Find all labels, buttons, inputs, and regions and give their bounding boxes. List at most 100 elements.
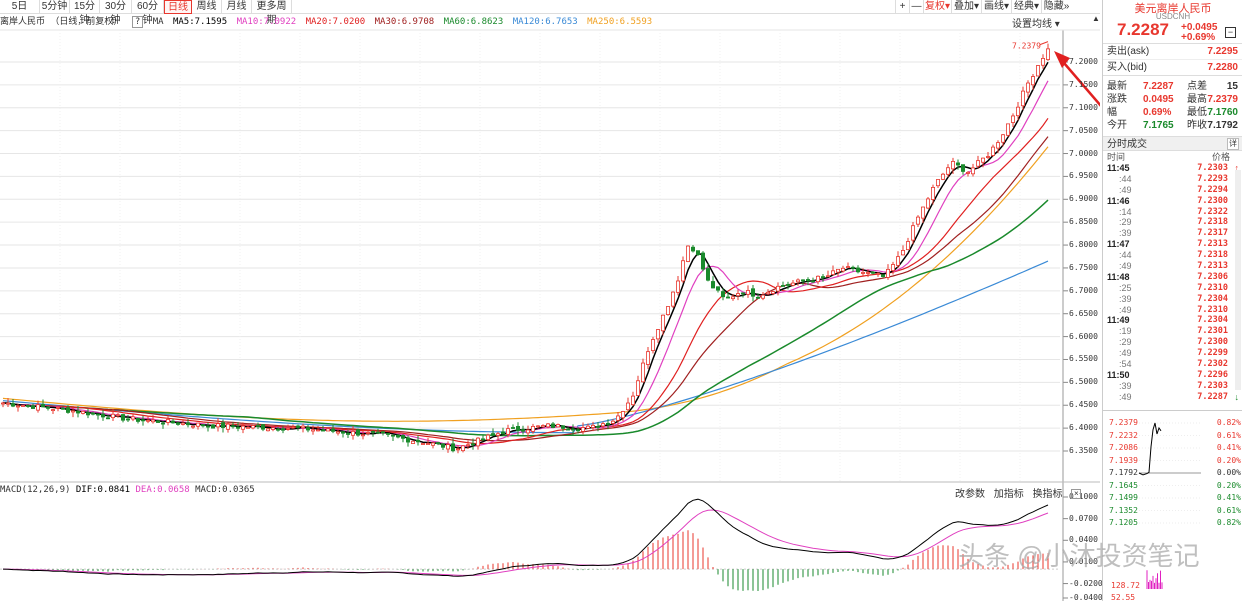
candle-body [25,405,30,407]
candle-body [641,362,646,383]
tick-price: 7.2300 [1197,337,1228,348]
price-axis-label: 6.9500 [1069,171,1098,181]
price-axis-label: 6.4500 [1069,400,1098,410]
candle-body [295,425,300,428]
candle-body [310,429,315,432]
tick-price: 7.2313 [1197,239,1228,250]
ticks-detail-button[interactable]: 详 [1227,138,1239,150]
candle-body [36,404,41,411]
candle-body [756,296,761,299]
candle-body [106,417,111,420]
tick-row: 11:507.2296↓ [1103,370,1242,381]
candle-body [606,422,611,425]
candlestick-chart[interactable]: 7.2379 [0,0,1100,601]
candle-body [490,433,495,436]
candle-body [956,162,961,166]
candle-body [776,285,781,292]
price-axis-label: 7.2000 [1069,57,1098,66]
tick-row: :257.2310↑ [1103,283,1242,294]
tick-time: :19 [1119,326,1132,337]
candle-body [811,280,816,283]
candle-body [561,425,566,429]
tick-price: 7.2300 [1197,195,1228,206]
candle-body [81,410,86,414]
candle-body [926,198,931,209]
candle-body [200,424,205,427]
arrow-down-icon: ↓ [1234,391,1240,402]
candle-body [205,425,210,428]
tick-price: 7.2313 [1197,261,1228,272]
ticks-columns: 时间 价格 [1103,151,1242,163]
high-marker-label: 7.2379 [1012,42,1041,51]
candle-body [736,293,741,297]
macd-value: MACD:0.0365 [195,485,255,495]
candle-body [145,419,150,422]
candle-body [155,420,160,423]
tick-row: :397.2317↓ [1103,228,1242,239]
price-axis-label: 6.7000 [1069,285,1098,295]
candle-body [365,432,370,434]
tick-row: 11:487.2306↓ [1103,272,1242,283]
stat-row: 涨跌 0.0495 最高 7.2379 [1103,93,1242,106]
candle-body [126,418,131,421]
stat-row: 幅 0.69% 最低 7.1760 [1103,106,1242,119]
candle-body [631,395,636,406]
candle-body [470,443,475,446]
candle-body [571,428,576,431]
candle-body [445,444,450,450]
candle-body [671,291,676,307]
candle-body [696,250,701,256]
tick-time: 11:45 [1107,163,1130,173]
ticks-scrollbar[interactable] [1235,170,1241,390]
add-indicator-button[interactable]: 加指标 [994,489,1024,500]
candle-body [450,443,455,452]
tick-row: :497.2299↓ [1103,348,1242,359]
candle-body [195,422,200,427]
candle-body [946,167,951,175]
switch-indicator-button[interactable]: 换指标 [1033,489,1063,500]
candle-body [245,426,250,429]
candle-body [510,427,515,429]
tick-time: :49 [1119,348,1132,359]
candle-body [325,428,330,432]
tick-time: :54 [1119,359,1132,370]
candle-body [986,156,991,158]
candle-body [816,275,821,283]
bid-value: 7.2280 [1207,62,1238,73]
candle-body [701,252,706,270]
candle-body [836,268,841,273]
price-axis-label: 6.3500 [1069,446,1098,455]
candle-body [225,423,230,430]
candle-body [66,407,71,413]
tick-price: 7.2299 [1197,348,1228,359]
candle-body [430,442,435,446]
candle-body [746,290,751,295]
mini-volume-label: 52.55 [1111,593,1136,601]
candle-body [911,225,916,241]
candle-body [360,434,365,437]
price-axis-label: 6.8000 [1069,240,1098,250]
ma5-line [2,61,1049,449]
candle-body [435,442,440,445]
candle-body [150,419,155,423]
ask-value: 7.2295 [1207,46,1238,57]
stats-block: 最新 7.2287 点差 15 涨跌 0.0495 最高 7.2379 幅 0.69% 最低 7.17… [1103,76,1242,136]
candle-body [731,296,736,300]
candle-body [0,402,6,405]
stat-value: 7.1792 [1207,120,1238,131]
stat-label: 最新 [1107,81,1127,92]
candle-body [686,245,691,262]
tick-row: :497.2313↓ [1103,261,1242,272]
candle-body [250,425,255,429]
tick-row: :297.2300↓ [1103,337,1242,348]
candle-body [896,256,901,266]
close-icon[interactable]: × [1071,489,1082,500]
tick-time: :49 [1119,304,1132,315]
candle-body [586,425,591,429]
candle-body [881,274,886,277]
candle-body [465,444,470,447]
collapse-button[interactable]: − [1225,27,1236,38]
col-time: 时间 [1107,152,1126,162]
candle-body [210,424,215,429]
edit-params-button[interactable]: 改参数 [955,489,985,500]
